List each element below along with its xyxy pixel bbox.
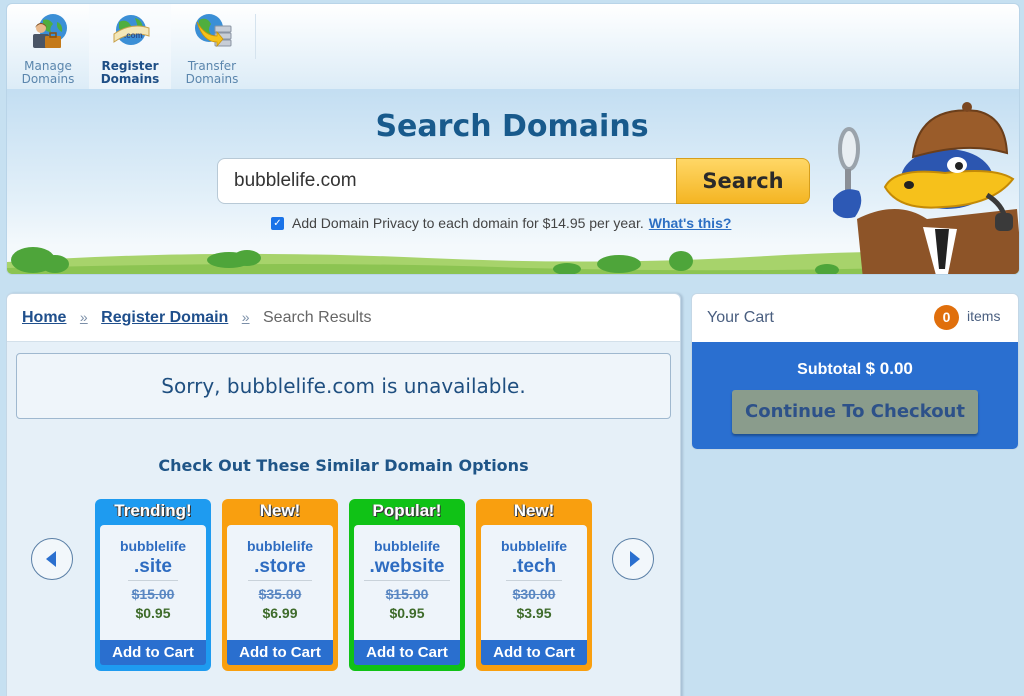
card-domain-name: bubblelife [373, 538, 441, 554]
detective-mascot-illustration [833, 102, 1019, 274]
card-tld: .store [248, 556, 312, 581]
breadcrumb-register-domain-link[interactable]: Register Domain [101, 309, 228, 326]
card-domain-name: bubblelife [119, 538, 187, 554]
nav-divider [255, 14, 256, 59]
add-to-cart-button[interactable]: Add to Cart [481, 640, 587, 665]
card-body: bubblelife .site $15.00 $0.95 [100, 525, 206, 640]
cart-body: Subtotal $ 0.00 Continue To Checkout [692, 342, 1018, 449]
card-old-price: $15.00 [131, 586, 175, 602]
add-to-cart-button[interactable]: Add to Cart [354, 640, 460, 665]
card-new-price: $0.95 [135, 605, 171, 621]
search-button[interactable]: Search [676, 158, 810, 204]
domain-nav: Manage Domains .com Register Domains Tra… [6, 3, 1020, 95]
card-tld: .website [363, 556, 451, 581]
card-domain-name: bubblelife [246, 538, 314, 554]
nav-label: Transfer Domains [171, 60, 253, 86]
chevron-left-icon [46, 551, 56, 567]
card-badge: New! [259, 501, 301, 520]
domain-card: New! bubblelife .tech $30.00 $3.95 Add t… [476, 499, 592, 671]
nav-manage-domains[interactable]: Manage Domains [7, 4, 89, 90]
breadcrumb-separator: » [241, 309, 250, 325]
card-new-price: $0.95 [389, 605, 425, 621]
subtotal-label: Subtotal [797, 361, 862, 378]
cart-subtotal: Subtotal $ 0.00 [692, 359, 1018, 379]
card-new-price: $6.99 [262, 605, 298, 621]
card-new-price: $3.95 [516, 605, 552, 621]
whats-this-link[interactable]: What's this? [649, 215, 732, 231]
chevron-right-icon [630, 551, 640, 567]
nav-register-domains[interactable]: .com Register Domains [89, 4, 171, 95]
breadcrumb: Home » Register Domain » Search Results [7, 294, 680, 342]
breadcrumb-home-link[interactable]: Home [22, 309, 66, 326]
domain-card: Trending! bubblelife .site $15.00 $0.95 … [95, 499, 211, 671]
continue-to-checkout-button[interactable]: Continue To Checkout [732, 390, 978, 434]
transfer-domains-icon [193, 12, 233, 52]
card-badge: Trending! [114, 501, 192, 520]
results-panel: Home » Register Domain » Search Results … [6, 293, 681, 696]
card-body: bubblelife .store $35.00 $6.99 [227, 525, 333, 640]
cart-count-badge: 0 [934, 305, 959, 330]
carousel-next-button[interactable] [612, 538, 654, 580]
manage-domains-icon [29, 12, 69, 52]
cart-title: Your Cart [707, 309, 774, 326]
card-old-price: $30.00 [512, 586, 556, 602]
card-body: bubblelife .website $15.00 $0.95 [354, 525, 460, 640]
domain-search-input[interactable]: bubblelife.com [217, 158, 677, 204]
privacy-text: Add Domain Privacy to each domain for $1… [292, 215, 644, 231]
cart-panel: Your Cart 0 items Subtotal $ 0.00 Contin… [691, 293, 1019, 450]
nav-label: Manage Domains [7, 60, 89, 86]
register-domains-icon: .com [111, 12, 151, 52]
domain-card: New! bubblelife .store $35.00 $6.99 Add … [222, 499, 338, 671]
nav-label-line2: Domains [185, 72, 239, 86]
breadcrumb-current: Search Results [263, 309, 372, 326]
privacy-option: ✓ Add Domain Privacy to each domain for … [271, 215, 731, 231]
card-tld: .tech [505, 556, 563, 581]
card-old-price: $15.00 [385, 586, 429, 602]
card-badge: Popular! [372, 501, 442, 520]
cart-header: Your Cart 0 items [692, 294, 1018, 342]
cart-items-label: items [967, 308, 1001, 324]
card-badge: New! [513, 501, 555, 520]
nav-label-line2: Domains [100, 72, 160, 86]
subtotal-value: $ 0.00 [865, 359, 913, 378]
nav-transfer-domains[interactable]: Transfer Domains [171, 4, 253, 90]
nav-label: Register Domains [89, 60, 171, 86]
add-to-cart-button[interactable]: Add to Cart [227, 640, 333, 665]
carousel-prev-button[interactable] [31, 538, 73, 580]
card-body: bubblelife .tech $30.00 $3.95 [481, 525, 587, 640]
card-domain-name: bubblelife [500, 538, 568, 554]
search-hero: Search Domains bubblelife.com Search ✓ A… [6, 89, 1020, 275]
add-to-cart-button[interactable]: Add to Cart [100, 640, 206, 665]
card-tld: .site [127, 556, 179, 581]
nav-label-line2: Domains [21, 72, 75, 86]
domain-card: Popular! bubblelife .website $15.00 $0.9… [349, 499, 465, 671]
svg-text:.com: .com [124, 31, 143, 40]
unavailable-message: Sorry, bubblelife.com is unavailable. [16, 353, 671, 419]
card-old-price: $35.00 [258, 586, 302, 602]
privacy-checkbox[interactable]: ✓ [271, 216, 284, 230]
similar-domains-heading: Check Out These Similar Domain Options [158, 456, 529, 475]
breadcrumb-separator: » [79, 309, 88, 325]
